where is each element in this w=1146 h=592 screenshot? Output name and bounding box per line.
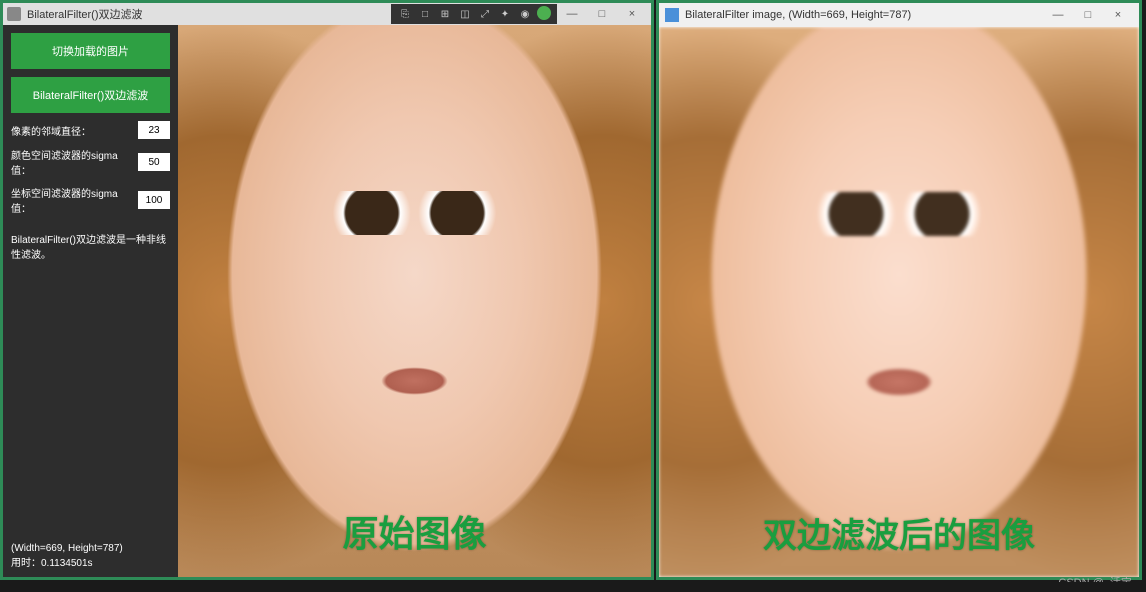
- original-overlay-label: 原始图像: [342, 505, 486, 557]
- image-size-info: (Width=669, Height=787): [11, 543, 170, 554]
- close-button[interactable]: ×: [617, 8, 647, 20]
- sigma-space-input[interactable]: [138, 191, 170, 209]
- bilateral-filter-button[interactable]: BilateralFilter()双边滤波: [11, 77, 170, 113]
- filtered-face-image: [659, 27, 1139, 577]
- right-window: BilateralFilter image, (Width=669, Heigh…: [656, 0, 1142, 580]
- param-row-sigma-color: 颜色空间滤波器的sigma值：: [11, 147, 170, 177]
- maximize-button[interactable]: □: [587, 8, 617, 20]
- sigma-color-input[interactable]: [138, 153, 170, 171]
- left-titlebar[interactable]: BilateralFilter()双边滤波 ⎘ □ ⊞ ◫ ⤢ ✦ ◉ — □ …: [3, 3, 651, 25]
- app-icon: [665, 8, 679, 22]
- timing-label: 用时：: [11, 558, 41, 569]
- timing-value: 0.1134501s: [41, 558, 93, 569]
- param-label: 像素的邻域直径：: [11, 123, 134, 138]
- debug-strip: [0, 582, 1146, 592]
- tool-icon[interactable]: □: [417, 6, 433, 22]
- tool-icon[interactable]: ⤢: [477, 6, 493, 22]
- filtered-overlay-label: 双边滤波后的图像: [763, 508, 1035, 557]
- tool-icon[interactable]: ◉: [517, 6, 533, 22]
- param-label: 坐标空间滤波器的sigma值：: [11, 185, 134, 215]
- tool-check-icon[interactable]: [537, 6, 551, 20]
- tool-icon[interactable]: ⊞: [437, 6, 453, 22]
- diameter-input[interactable]: [138, 121, 170, 139]
- original-face-image: [178, 25, 651, 577]
- minimize-button[interactable]: —: [1043, 9, 1073, 21]
- filtered-image-area: 双边滤波后的图像: [659, 27, 1139, 577]
- tool-icon[interactable]: ✦: [497, 6, 513, 22]
- app-icon: [7, 7, 21, 21]
- timing-row: 用时：0.1134501s: [11, 554, 170, 569]
- minimize-button[interactable]: —: [557, 8, 587, 20]
- original-image-area: 原始图像: [178, 25, 651, 577]
- param-row-sigma-space: 坐标空间滤波器的sigma值：: [11, 185, 170, 215]
- sidebar-panel: 切换加载的图片 BilateralFilter()双边滤波 像素的邻域直径： 颜…: [3, 25, 178, 577]
- param-row-diameter: 像素的邻域直径：: [11, 121, 170, 139]
- window-controls: — □ ×: [1043, 9, 1133, 21]
- maximize-button[interactable]: □: [1073, 9, 1103, 21]
- right-window-title: BilateralFilter image, (Width=669, Heigh…: [685, 9, 1043, 21]
- titlebar-toolbar: ⎘ □ ⊞ ◫ ⤢ ✦ ◉: [391, 4, 557, 24]
- left-window: BilateralFilter()双边滤波 ⎘ □ ⊞ ◫ ⤢ ✦ ◉ — □ …: [0, 0, 654, 580]
- tool-icon[interactable]: ◫: [457, 6, 473, 22]
- filter-description: BilateralFilter()双边滤波是一种非线性滤波。: [11, 233, 170, 263]
- window-controls: — □ ×: [557, 8, 647, 20]
- switch-image-button[interactable]: 切换加载的图片: [11, 33, 170, 69]
- left-window-title: BilateralFilter()双边滤波: [27, 6, 391, 22]
- right-titlebar[interactable]: BilateralFilter image, (Width=669, Heigh…: [659, 3, 1139, 27]
- tool-icon[interactable]: ⎘: [397, 6, 413, 22]
- close-button[interactable]: ×: [1103, 9, 1133, 21]
- param-label: 颜色空间滤波器的sigma值：: [11, 147, 134, 177]
